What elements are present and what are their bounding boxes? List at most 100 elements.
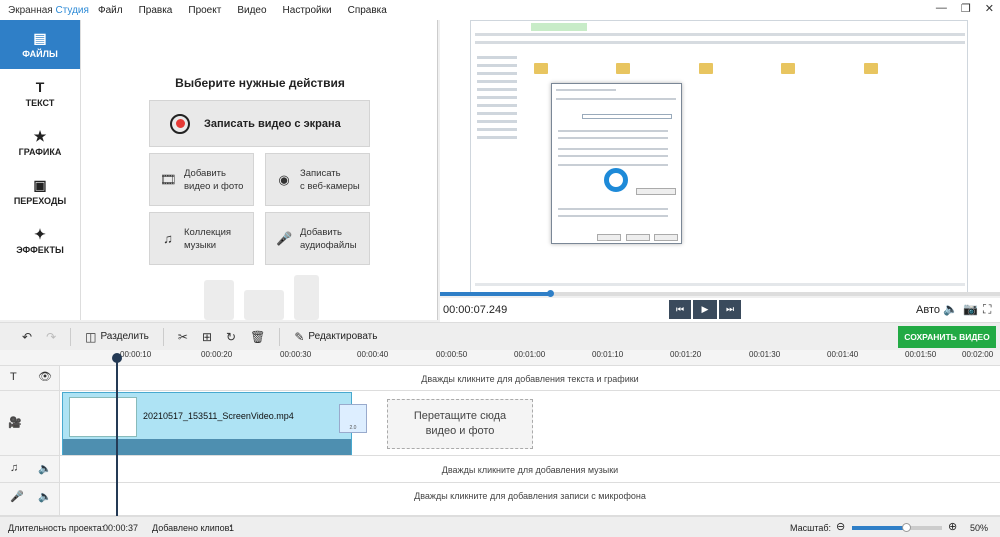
close-icon[interactable]: ✕ [985, 2, 994, 15]
edit-button[interactable]: ✎ Редактировать [294, 330, 377, 344]
app-title-main: Экранная [8, 4, 53, 16]
crop-button[interactable]: ⊞ [202, 330, 212, 344]
cut-button[interactable]: ✂ [178, 330, 188, 344]
menu-file[interactable]: Файл [90, 5, 131, 16]
nav-text[interactable]: T ТЕКСТ [0, 69, 80, 118]
preview-frame [470, 20, 968, 295]
app-title-accent: Студия [55, 4, 89, 16]
menu-project[interactable]: Проект [180, 5, 229, 16]
ruler-tick: 00:00:40 [357, 350, 389, 359]
play-button[interactable]: ▶ [693, 300, 717, 319]
pencil-icon: ✎ [294, 329, 305, 344]
crop-icon: ⊞ [201, 329, 213, 344]
ruler-tick: 00:01:50 [905, 350, 937, 359]
folder-thumb-icon [534, 63, 548, 74]
volume-icon[interactable]: 🔈 [38, 490, 52, 503]
media-drop-zone[interactable]: Перетащите сюда видео и фото [387, 399, 533, 449]
editor-toolbar: ↶ ↷ ◫ Разделить ✂ ⊞ ↻ 🗑 ✎ Редактировать СО… [0, 322, 1000, 350]
volume-icon[interactable]: 🔈 [943, 302, 958, 316]
undo-icon: ↶ [22, 329, 33, 344]
ruler-tick: 00:01:00 [514, 350, 546, 359]
nav-graphics[interactable]: ★ ГРАФИКА [0, 118, 80, 167]
playback-progress[interactable] [440, 290, 1000, 297]
preview-sidebar [477, 56, 517, 144]
rotate-button[interactable]: ↻ [226, 330, 236, 344]
scissors-icon: ✂ [177, 329, 188, 344]
next-frame-button[interactable]: ⏭ [719, 300, 741, 319]
save-video-button[interactable]: СОХРАНИТЬ ВИДЕО [898, 326, 996, 348]
webcam-button[interactable]: ◉ Записать с веб-камеры [265, 153, 370, 206]
disk-usage-icon [604, 168, 628, 192]
clips-label: Добавлено клипов: [152, 523, 232, 533]
undo-button[interactable]: ↶ [22, 330, 32, 344]
zoom-value: 50% [970, 523, 989, 533]
quality-select[interactable]: Авто [916, 304, 940, 316]
menu-video[interactable]: Видео [229, 5, 274, 16]
progress-knob[interactable] [547, 290, 554, 297]
film-icon: 🎞 [160, 172, 177, 187]
music-track-hint: Дважды кликните для добавления музыки [441, 465, 619, 475]
nav-transitions[interactable]: ▣ ПЕРЕХОДЫ [0, 167, 80, 216]
minimize-icon[interactable]: — [936, 2, 947, 15]
fullscreen-icon[interactable]: ⛶ [983, 302, 991, 317]
split-button[interactable]: ◫ Разделить [85, 330, 149, 344]
playhead[interactable] [112, 353, 122, 520]
clip-thumbnail [69, 397, 137, 437]
duration-label: Длительность проекта: [8, 523, 105, 533]
music-track[interactable]: ♫ 🔈 Дважды кликните для добавления музык… [0, 456, 1000, 483]
ruler-tick: 00:01:10 [592, 350, 624, 359]
delete-button[interactable]: 🗑 [250, 330, 265, 344]
play-icon: ▶ [701, 304, 709, 314]
drop-zone-line-2: видео и фото [425, 425, 495, 437]
video-preview[interactable] [440, 20, 1000, 295]
ruler-tick: 00:01:30 [749, 350, 781, 359]
maximize-icon[interactable]: ❐ [961, 2, 971, 15]
music-collection-button[interactable]: ♫ Коллекция музыки [149, 212, 254, 265]
zoom-slider-knob[interactable] [902, 523, 911, 532]
audio-label-1: Добавить [300, 226, 342, 238]
zoom-out-icon[interactable]: ⊖ [836, 520, 845, 533]
redo-button[interactable]: ↷ [46, 330, 56, 344]
add-video-label-1: Добавить [184, 167, 226, 179]
add-video-button[interactable]: 🎞 Добавить видео и фото [149, 153, 254, 206]
music-label-2: музыки [184, 239, 217, 251]
previous-frame-button[interactable]: ⏮ [669, 300, 691, 319]
video-clip[interactable]: 20210517_153511_ScreenVideo.mp4 [62, 392, 352, 455]
status-bar: Длительность проекта: 00:00:37 Добавлено… [0, 516, 1000, 537]
redo-icon: ↷ [46, 329, 57, 344]
rotate-icon: ↻ [226, 329, 237, 344]
record-screen-button[interactable]: Записать видео с экрана [149, 100, 370, 147]
nav-files[interactable]: ▤ ФАЙЛЫ [0, 20, 80, 69]
microphone-track[interactable]: 🎤 🔈 Дважды кликните для добавления запис… [0, 483, 1000, 516]
add-audio-button[interactable]: 🎤 Добавить аудиофайлы [265, 212, 370, 265]
menu-help[interactable]: Справка [340, 5, 395, 16]
transition-thumb[interactable]: 2.0 [339, 404, 367, 433]
preview-properties-dialog [551, 83, 682, 244]
microphone-track-hint: Дважды кликните для добавления записи с … [414, 491, 646, 501]
volume-icon[interactable]: 🔈 [38, 462, 52, 475]
music-note-icon: ♫ [10, 462, 19, 474]
menu-edit[interactable]: Правка [131, 5, 181, 16]
skip-forward-icon: ⏭ [725, 304, 735, 314]
nav-effects-label: ЭФФЕКТЫ [16, 244, 64, 255]
webcam-label-1: Записать [300, 167, 341, 179]
left-nav: ▤ ФАЙЛЫ T ТЕКСТ ★ ГРАФИКА ▣ ПЕРЕХОДЫ ✦ Э… [0, 20, 80, 320]
timeline-ruler[interactable]: 00:00:10 00:00:20 00:00:30 00:00:40 00:0… [0, 350, 1000, 366]
split-icon: ◫ [85, 329, 97, 344]
nav-effects[interactable]: ✦ ЭФФЕКТЫ [0, 216, 80, 265]
microphone-icon: 🎤 [10, 491, 24, 503]
menu-bar: Файл Правка Проект Видео Настройки Справ… [90, 5, 395, 16]
nav-transitions-label: ПЕРЕХОДЫ [13, 195, 67, 206]
camera-icon[interactable]: 📷 [963, 302, 978, 316]
zoom-slider[interactable] [852, 523, 942, 532]
audio-label-2: аудиофайлы [300, 239, 357, 251]
eye-icon[interactable]: 👁 [38, 370, 52, 383]
text-track[interactable]: T 👁 Дважды кликните для добавления текст… [0, 366, 1000, 391]
menu-settings[interactable]: Настройки [275, 5, 340, 16]
text-track-hint: Дважды кликните для добавления текста и … [421, 374, 639, 384]
text-icon: T [35, 78, 45, 95]
zoom-in-icon[interactable]: ⊕ [948, 520, 957, 533]
preview-ribbon-tab [531, 23, 587, 31]
magic-wand-icon: ✦ [34, 225, 46, 242]
text-icon: T [10, 371, 17, 383]
